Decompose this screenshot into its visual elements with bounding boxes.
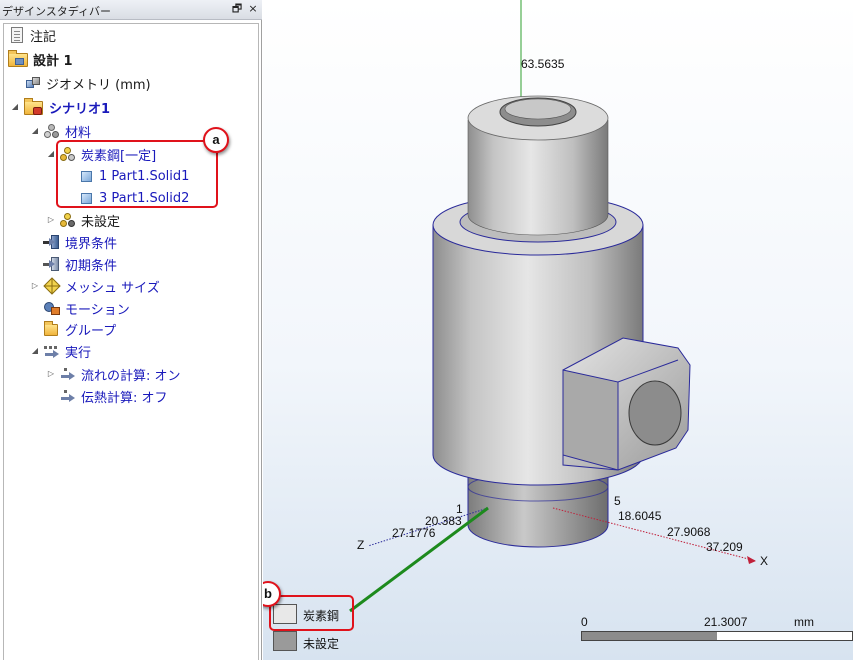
tree-item-mesh[interactable]: ▷ メッシュ サイズ [30, 275, 160, 297]
tree-item-groups[interactable]: グループ [43, 318, 116, 340]
panel-title: デザインスタディバー [2, 5, 112, 18]
legend-swatch-unset [273, 631, 297, 651]
tree-item-flow-calc[interactable]: ▷ 流れの計算: オン [46, 363, 181, 385]
pin-icon[interactable]: 🗗 [230, 2, 244, 16]
scale-bar [581, 631, 853, 641]
callout-a-badge: a [203, 127, 229, 153]
design-folder-icon [7, 50, 29, 68]
z-axis-label: Z [357, 538, 365, 552]
tree-item-heat-calc[interactable]: 伝熱計算: オフ [59, 385, 168, 407]
expand-icon[interactable]: ◢ [10, 102, 20, 112]
3d-viewport[interactable]: 63.5635 1 20.383 27.1776 18.6045 27.9068… [263, 0, 853, 660]
scale-unit-label: mm [794, 615, 814, 629]
scale-mid-label: 21.3007 [704, 615, 748, 629]
tree-item-label: 実行 [65, 345, 92, 361]
tree-item-materials[interactable]: ◢ 材料 [30, 120, 91, 142]
tree-item-run[interactable]: ◢ 実行 [30, 340, 91, 362]
expand-icon[interactable]: ◢ [30, 126, 40, 136]
group-folder-icon [43, 320, 61, 338]
panel-titlebar: デザインスタディバー 🗗 × [0, 0, 262, 20]
callout-b-leader [349, 506, 489, 613]
tree-item-label: 材料 [65, 125, 92, 141]
dimension-label: 37.209 [706, 540, 743, 554]
collapse-icon[interactable]: ▷ [46, 369, 56, 379]
expand-icon[interactable]: ◢ [46, 149, 56, 159]
tree-item-label: メッシュ サイズ [65, 280, 160, 296]
materials-icon [43, 122, 61, 140]
tree-item-motion[interactable]: モーション [43, 297, 130, 319]
tree-item-label: 初期条件 [65, 258, 118, 274]
material-icon [59, 211, 77, 229]
tree-item-label: 設計 1 [33, 53, 73, 69]
tree-item-unset[interactable]: ▷ 未設定 [46, 209, 120, 231]
flow-icon [59, 365, 77, 383]
scale-start-label: 0 [581, 615, 588, 629]
tree-item-label: ジオメトリ (mm) [46, 77, 151, 93]
heat-icon [59, 387, 77, 405]
tree-item-boundary[interactable]: 境界条件 [43, 231, 117, 253]
initial-condition-icon [43, 255, 61, 273]
dimension-label: 63.5635 [521, 57, 565, 71]
motion-icon [43, 299, 61, 317]
tree-item-label: グループ [65, 323, 117, 339]
tree-item-label: 境界条件 [65, 236, 118, 252]
callout-b-frame [269, 595, 354, 631]
design-study-panel: デザインスタディバー 🗗 × 注記 設計 1 ジオメトリ (mm) ◢ シナリオ… [0, 0, 262, 660]
dimension-label: 27.1776 [392, 526, 436, 540]
x-axis-label: X [760, 554, 769, 568]
tree-item-geometry[interactable]: ジオメトリ (mm) [24, 72, 151, 94]
boss-hole [628, 380, 682, 446]
tree-item-design[interactable]: 設計 1 [7, 48, 73, 70]
collapse-icon[interactable]: ▷ [30, 281, 40, 291]
dimension-label: 5 [614, 494, 621, 508]
expand-icon[interactable]: ◢ [30, 346, 40, 356]
geometry-icon [24, 74, 42, 92]
close-icon[interactable]: × [246, 2, 260, 16]
tree-item-label: 注記 [30, 29, 57, 45]
tree-item-initial[interactable]: 初期条件 [43, 253, 117, 275]
dimension-label: 27.9068 [667, 525, 711, 539]
tree-item-scenario[interactable]: ◢ シナリオ1 [10, 96, 110, 118]
dimension-label: 18.6045 [618, 509, 662, 523]
boundary-condition-icon [43, 233, 61, 251]
tree-item-label: モーション [65, 302, 130, 318]
callout-a-frame [56, 140, 218, 208]
run-icon [43, 342, 61, 360]
annotation-icon [8, 26, 26, 44]
legend-label: 未設定 [303, 637, 340, 651]
tree-item-label: 流れの計算: オン [81, 368, 181, 384]
collapse-icon[interactable]: ▷ [46, 215, 56, 225]
tree-item-label: シナリオ1 [49, 101, 111, 117]
tree-item-label: 伝熱計算: オフ [81, 390, 168, 406]
tree-item-annotations[interactable]: 注記 [8, 24, 56, 46]
tree-item-label: 未設定 [81, 214, 121, 230]
scenario-icon [23, 98, 45, 116]
mesh-icon [43, 277, 61, 295]
